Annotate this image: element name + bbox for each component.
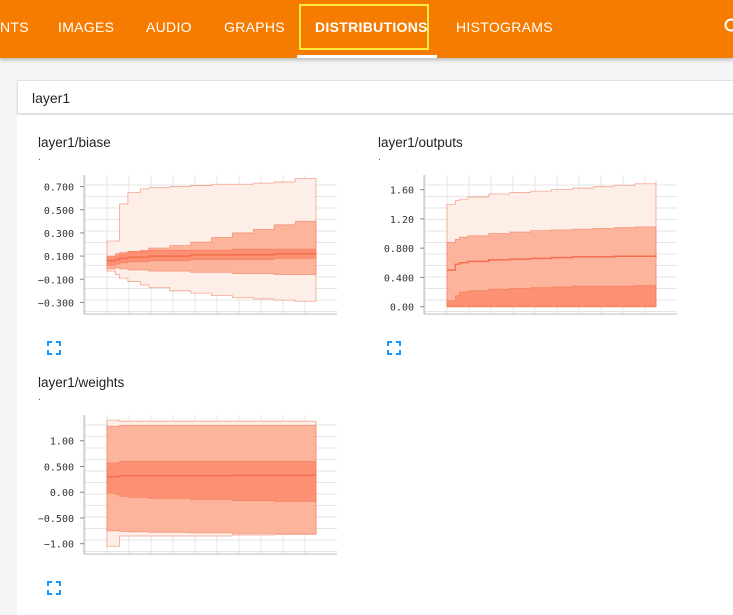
fullscreen-icon[interactable]: [47, 581, 61, 595]
distribution-band-inner: [107, 461, 316, 502]
y-tick-label: −0.500: [38, 514, 74, 525]
chart-weights: 1.00 0.500 0.00 −0.500 −1.00: [0, 0, 733, 608]
y-tick-label: 0.00: [50, 488, 74, 499]
y-tick-label: 0.500: [44, 462, 74, 473]
y-tick-label: −1.00: [44, 540, 74, 551]
y-tick-label: 1.00: [50, 437, 74, 448]
